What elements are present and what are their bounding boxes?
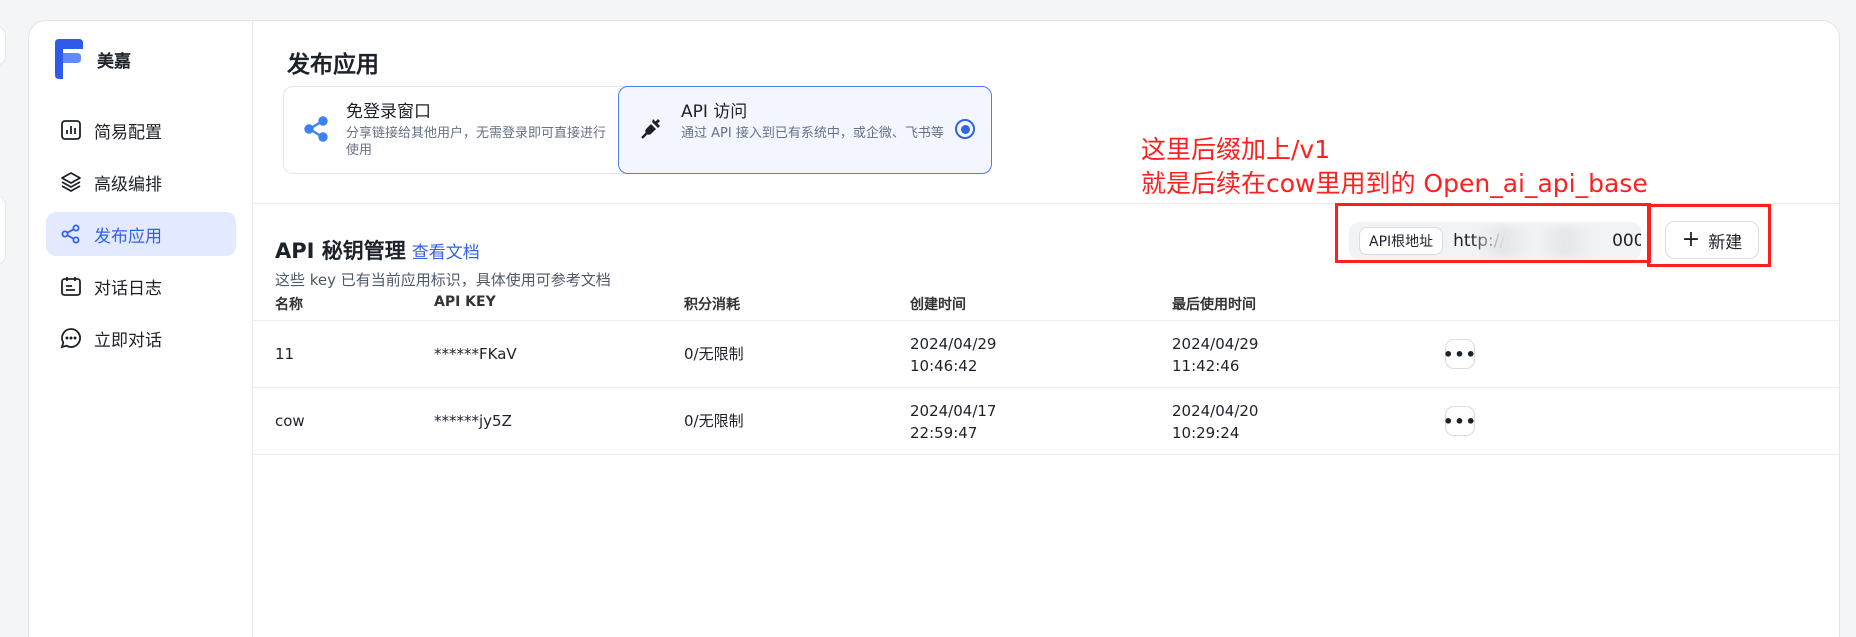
cell-last-used-time: 2024/04/20 10:29:24 xyxy=(1172,402,1259,442)
bar-chart-icon xyxy=(61,120,81,140)
api-section-header: API 秘钥管理 查看文档 xyxy=(275,235,480,265)
api-key-table: 名称 API KEY 积分消耗 创建时间 最后使用时间 11 ******FKa… xyxy=(253,283,1839,455)
api-base-url-field[interactable]: API根地址 http://6000/api xyxy=(1349,222,1641,260)
window-edge-tab xyxy=(0,26,6,66)
sidebar-nav: 简易配置 高级编排 发布应用 对话日志 立即对话 xyxy=(46,108,236,368)
cell-usage: 0/无限制 xyxy=(684,345,744,363)
column-header-usage: 积分消耗 xyxy=(684,297,740,313)
publish-option-no-login[interactable]: 免登录窗口 分享链接给其他用户，无需登录即可直接进行使用 xyxy=(283,86,658,174)
sidebar-item-simple-config[interactable]: 简易配置 xyxy=(46,108,236,152)
api-base-url-value[interactable]: http://6000/api xyxy=(1453,227,1641,257)
cell-last-used-time: 2024/04/29 11:42:46 xyxy=(1172,335,1259,375)
calendar-log-icon xyxy=(61,277,81,296)
table-header: 名称 API KEY 积分消耗 创建时间 最后使用时间 xyxy=(253,283,1839,321)
redacted-blur xyxy=(1475,227,1596,257)
plug-icon xyxy=(641,119,660,139)
cell-name: 11 xyxy=(275,345,295,363)
sidebar-item-chat-now[interactable]: 立即对话 xyxy=(46,316,236,360)
brand-logo-icon xyxy=(55,39,83,79)
row-more-button[interactable]: ••• xyxy=(1443,339,1476,369)
table-row[interactable]: cow ******jy5Z 0/无限制 2024/04/17 22:59:47… xyxy=(253,388,1839,455)
column-header-name: 名称 xyxy=(275,297,303,313)
table-row[interactable]: 11 ******FKaV 0/无限制 2024/04/29 10:46:42 … xyxy=(253,321,1839,388)
sidebar-item-publish-app[interactable]: 发布应用 xyxy=(46,212,236,256)
new-api-key-button[interactable]: + 新建 xyxy=(1665,221,1759,259)
card-description: 通过 API 接入到已有系统中，或企微、飞书等 xyxy=(681,126,944,141)
cell-created-time: 2024/04/29 10:46:42 xyxy=(910,335,997,375)
sidebar-item-label: 立即对话 xyxy=(94,330,162,351)
cell-usage: 0/无限制 xyxy=(684,412,744,430)
red-annotation: 这里后缀加上/v1 就是后续在cow里用到的 Open_ai_api_base xyxy=(1141,133,1648,201)
new-button-label: 新建 xyxy=(1708,232,1743,253)
publish-option-api-access[interactable]: API 访问 通过 API 接入到已有系统中，或企微、飞书等 xyxy=(618,86,992,174)
sidebar-item-label: 发布应用 xyxy=(94,226,162,247)
annotation-line-1: 这里后缀加上/v1 xyxy=(1141,135,1331,164)
cell-created-time: 2024/04/17 22:59:47 xyxy=(910,402,997,442)
column-header-api-key: API KEY xyxy=(434,294,496,310)
layers-icon xyxy=(61,172,81,192)
app-window: 美嘉 简易配置 高级编排 发布应用 对话日志 立即对话 发布应用 免登录窗口 分… xyxy=(28,20,1840,637)
column-header-last-used: 最后使用时间 xyxy=(1172,297,1256,313)
card-title: 免登录窗口 xyxy=(346,102,431,122)
sidebar-item-chat-logs[interactable]: 对话日志 xyxy=(46,264,236,308)
card-description: 分享链接给其他用户，无需登录即可直接进行使用 xyxy=(346,126,607,158)
row-more-button[interactable]: ••• xyxy=(1443,406,1476,436)
cell-name: cow xyxy=(275,412,305,430)
main-content: 发布应用 免登录窗口 分享链接给其他用户，无需登录即可直接进行使用 API 访问… xyxy=(253,21,1839,637)
sidebar: 美嘉 简易配置 高级编排 发布应用 对话日志 立即对话 xyxy=(29,21,253,637)
brand[interactable]: 美嘉 xyxy=(51,39,131,79)
api-section-title: API 秘钥管理 xyxy=(275,239,406,263)
page-title: 发布应用 xyxy=(287,52,379,78)
card-title: API 访问 xyxy=(681,102,748,122)
brand-name: 美嘉 xyxy=(97,51,131,72)
column-header-created: 创建时间 xyxy=(910,297,966,313)
chat-bubble-icon xyxy=(60,328,81,349)
api-base-url-tag: API根地址 xyxy=(1359,227,1444,255)
cell-api-key: ******FKaV xyxy=(434,345,517,363)
share-icon xyxy=(61,224,80,244)
view-docs-link[interactable]: 查看文档 xyxy=(412,238,480,263)
annotation-line-2: 就是后续在cow里用到的 Open_ai_api_base xyxy=(1141,169,1648,198)
sidebar-item-label: 对话日志 xyxy=(94,278,162,299)
plus-icon: + xyxy=(1681,227,1701,252)
cell-api-key: ******jy5Z xyxy=(434,412,512,430)
sidebar-item-label: 高级编排 xyxy=(94,174,162,195)
sidebar-item-advanced-orchestration[interactable]: 高级编排 xyxy=(46,160,236,204)
radio-api-access[interactable] xyxy=(955,119,975,139)
sidebar-item-label: 简易配置 xyxy=(94,122,162,143)
share-icon xyxy=(304,116,328,142)
window-edge-tab xyxy=(0,195,6,265)
